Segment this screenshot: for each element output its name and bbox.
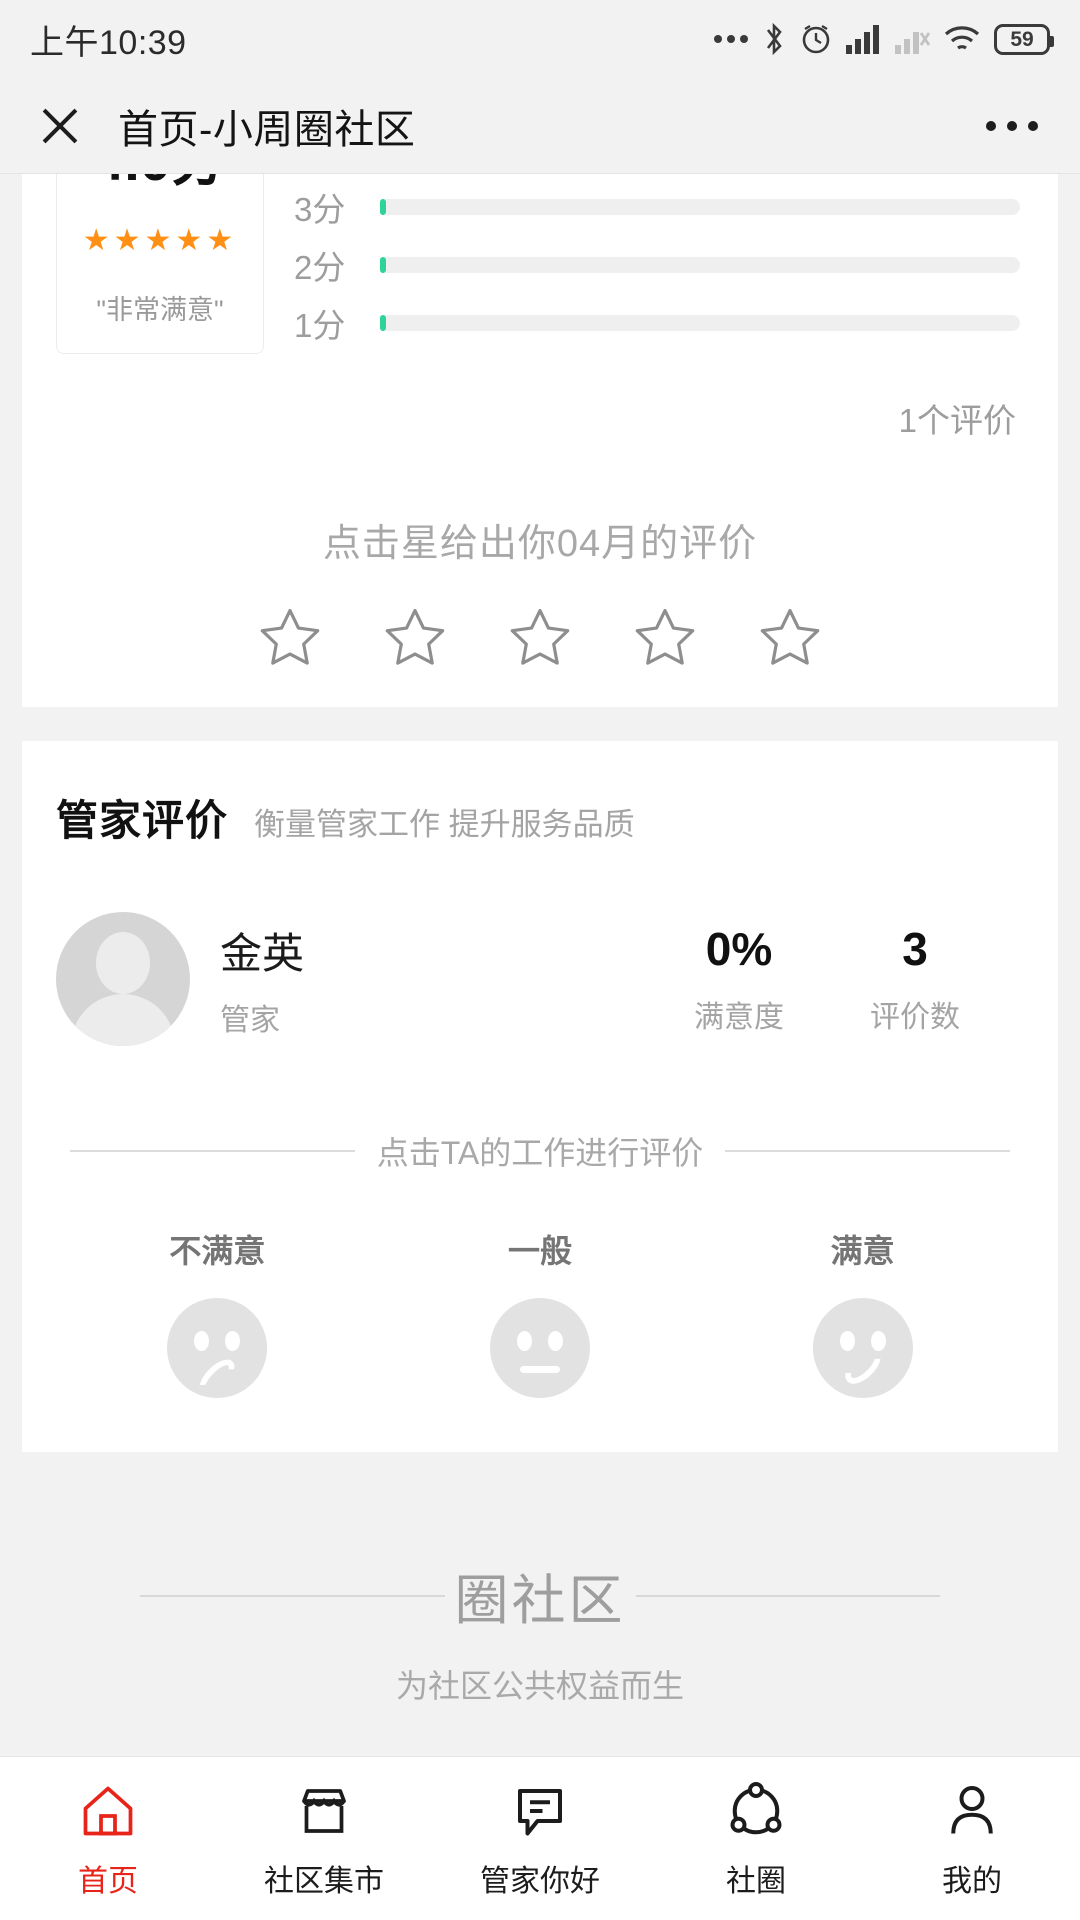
feedback-options: 不满意 一般 满意: [56, 1226, 1024, 1401]
sad-face-icon[interactable]: [167, 1298, 268, 1401]
feedback-label: 满意: [830, 1233, 895, 1269]
bar-fill: [380, 199, 387, 215]
rating-bar-row: 1分: [294, 294, 1024, 352]
avatar-placeholder-icon: [56, 912, 190, 1046]
status-bar: 上午10:39 59: [0, 0, 1080, 78]
alarm-icon: [802, 24, 830, 54]
stat-label: 满意度: [694, 1001, 784, 1034]
close-icon[interactable]: [34, 100, 86, 152]
bar-track: [380, 257, 1020, 273]
tab-label: 社区集市: [264, 1864, 384, 1898]
battery-icon: 59: [994, 23, 1054, 55]
brand-line-right: [635, 1594, 940, 1597]
section-header: 管家评价 衡量管家工作 提升服务品质: [56, 787, 1024, 848]
manager-name: 金英: [220, 929, 305, 977]
bar-label: 2分: [294, 249, 346, 286]
dots-icon: [714, 35, 748, 43]
tab-label: 管家你好: [480, 1864, 600, 1898]
brand-slogan: 为社区公共权益而生: [395, 1668, 684, 1704]
bar-track: [380, 315, 1020, 331]
manager-identity: 金英 管家: [220, 920, 304, 1039]
empty-star-icon[interactable]: [254, 603, 326, 673]
feedback-option-satisfied[interactable]: 满意: [701, 1226, 1024, 1398]
tab-chat[interactable]: 管家你好: [432, 1778, 648, 1900]
section-title: 管家评价: [56, 797, 229, 844]
divider-line-left: [70, 1150, 355, 1152]
stat-satisfaction: 0% 满意度: [694, 922, 784, 1036]
score-label: "非常满意": [96, 295, 224, 325]
tab-label: 社圈: [726, 1864, 786, 1898]
signal-2-icon: [895, 32, 930, 54]
tab-label: 首页: [78, 1864, 138, 1898]
bar-label: 1分: [294, 307, 346, 344]
brand-footer: 圈社区 为社区公共权益而生: [0, 1556, 1080, 1707]
tab-home[interactable]: 首页: [0, 1778, 216, 1900]
home-icon: [0, 1778, 216, 1844]
person-icon: [864, 1778, 1080, 1844]
feedback-label: 不满意: [169, 1233, 266, 1269]
stat-value: 3: [902, 923, 928, 975]
bluetooth-icon: [766, 22, 782, 56]
bar-track: [380, 199, 1020, 215]
empty-star-icon[interactable]: [379, 603, 451, 673]
happy-face-icon[interactable]: [812, 1298, 913, 1398]
feedback-option-unsatisfied[interactable]: 不满意: [56, 1226, 379, 1401]
rating-bars: 3分 2分 1分 1个评价: [264, 174, 1024, 442]
more-icon[interactable]: [986, 120, 1046, 131]
rate-prompt: 点击星给出你04月的评价: [322, 523, 758, 565]
divider-line-right: [725, 1150, 1010, 1152]
neutral-face-icon[interactable]: [490, 1298, 590, 1398]
manager-role: 管家: [220, 1003, 280, 1037]
tab-profile[interactable]: 我的: [864, 1778, 1080, 1900]
status-time: 上午10:39: [30, 23, 187, 62]
feedback-divider: 点击TA的工作进行评价: [56, 1128, 1024, 1174]
circle-group-icon: [648, 1778, 864, 1844]
page-title: 首页-小周圈社区: [118, 107, 416, 152]
section-subtitle: 衡量管家工作 提升服务品质: [254, 807, 635, 842]
stat-review-count: 3 评价数: [870, 922, 960, 1036]
rating-bar-row: 3分: [294, 178, 1024, 236]
feedback-option-neutral[interactable]: 一般: [379, 1226, 702, 1398]
score-value: 4.0分: [57, 174, 263, 189]
battery-level: 59: [1010, 27, 1034, 51]
rating-row: 4.0分 ★★★★★ "非常满意" 3分 2分 1分 1个评价: [22, 174, 1058, 442]
chat-icon: [432, 1778, 648, 1844]
empty-star-icon[interactable]: [754, 603, 826, 673]
bar-label: 3分: [294, 191, 346, 228]
wifi-icon: [944, 26, 980, 50]
tab-label: 我的: [942, 1864, 1002, 1898]
manager-evaluation-card: 管家评价 衡量管家工作 提升服务品质 金英 管家 0% 满意度 3 评价数 点击…: [22, 741, 1058, 1452]
stat-label: 评价数: [870, 1001, 960, 1034]
stat-value: 0%: [705, 923, 773, 975]
empty-star-icon[interactable]: [504, 603, 576, 673]
scroll-content[interactable]: 4.0分 ★★★★★ "非常满意" 3分 2分 1分 1个评价: [0, 174, 1080, 1820]
tab-circle[interactable]: 社圈: [648, 1778, 864, 1900]
feedback-label: 一般: [508, 1233, 573, 1269]
tab-bar: 首页 社区集市 管家你好 社圈 我的: [0, 1756, 1080, 1920]
rating-summary-card: 4.0分 ★★★★★ "非常满意" 3分 2分 1分 1个评价: [22, 174, 1058, 707]
signal-icon: [846, 25, 879, 54]
rate-star-picker[interactable]: [22, 603, 1058, 673]
rating-count: 1个评价: [898, 402, 1016, 439]
title-bar: 首页-小周圈社区: [0, 78, 1080, 174]
manager-row[interactable]: 金英 管家 0% 满意度 3 评价数: [56, 912, 1024, 1046]
score-box: 4.0分 ★★★★★ "非常满意": [56, 174, 264, 354]
divider-text: 点击TA的工作进行评价: [376, 1135, 704, 1171]
tab-market[interactable]: 社区集市: [216, 1778, 432, 1900]
empty-star-icon[interactable]: [629, 603, 701, 673]
score-stars: ★★★★★: [82, 224, 238, 257]
bar-fill: [380, 257, 387, 273]
rating-bar-row: 2分: [294, 236, 1024, 294]
brand-name-row: 圈社区: [0, 1556, 1080, 1635]
status-icons: 59: [714, 22, 1054, 56]
brand-line-left: [140, 1594, 445, 1597]
shop-icon: [216, 1778, 432, 1844]
bar-fill: [380, 315, 387, 331]
brand-name: 圈社区: [454, 1571, 626, 1631]
